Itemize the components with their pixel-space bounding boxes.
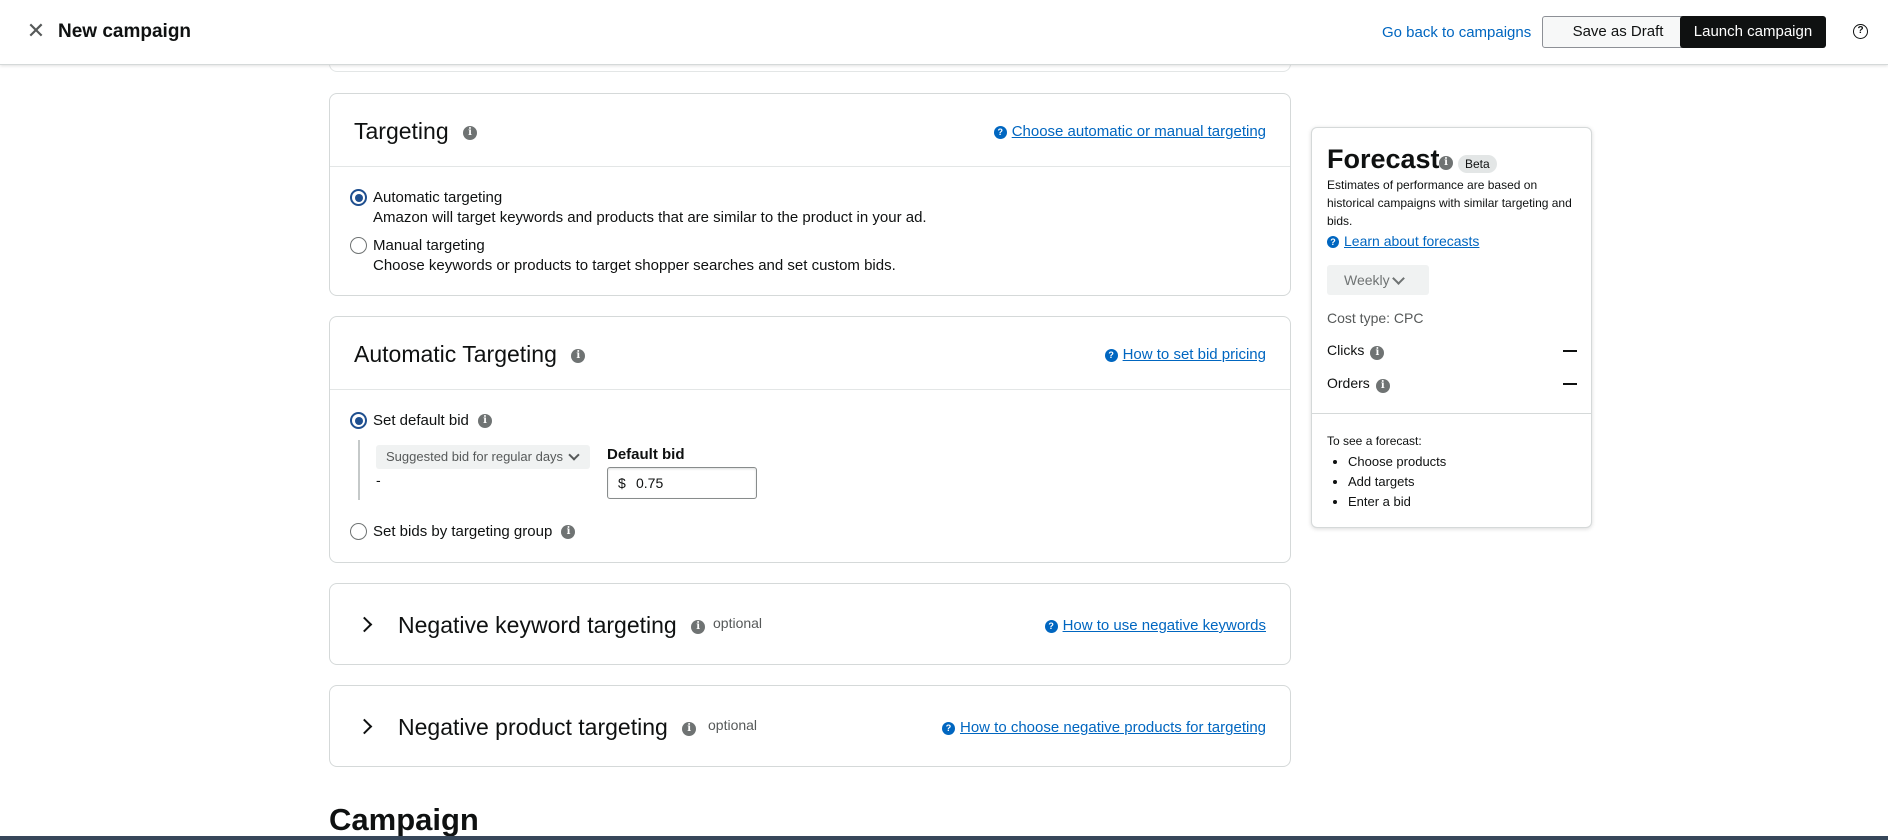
set-default-bid-text: Set default bid bbox=[373, 412, 469, 429]
targeting-help-link-text: Choose automatic or manual targeting bbox=[1011, 123, 1266, 140]
help-icon[interactable]: ? bbox=[1853, 24, 1868, 39]
info-icon[interactable]: i bbox=[571, 348, 586, 363]
bid-pricing-help-link[interactable]: ? How to set bid pricing bbox=[1104, 346, 1266, 363]
clicks-label: Clicks bbox=[1327, 342, 1365, 358]
manual-targeting-label: Manual targeting bbox=[373, 237, 485, 254]
currency-symbol: $ bbox=[618, 475, 626, 491]
clicks-metric: Clicks i bbox=[1327, 342, 1385, 360]
negative-products-help-link[interactable]: ? How to choose negative products for tar… bbox=[941, 719, 1266, 736]
automatic-targeting-title: Automatic Targeting i bbox=[354, 341, 586, 368]
automatic-targeting-label: Automatic targeting bbox=[373, 189, 503, 206]
negative-keyword-title: Negative keyword targeting i bbox=[398, 612, 706, 639]
set-bids-by-group-text: Set bids by targeting group bbox=[373, 523, 553, 540]
forecast-period-select[interactable]: Weekly bbox=[1327, 265, 1429, 295]
info-icon[interactable]: i bbox=[463, 125, 478, 140]
orders-metric: Orders i bbox=[1327, 375, 1390, 393]
forecast-note: To see a forecast: bbox=[1327, 434, 1422, 448]
chevron-down-icon bbox=[1392, 272, 1405, 285]
negative-keywords-help-link[interactable]: ? How to use negative keywords bbox=[1044, 617, 1266, 634]
negative-keyword-title-text: Negative keyword targeting bbox=[398, 612, 677, 638]
help-icon: ? bbox=[1044, 620, 1058, 633]
help-icon: ? bbox=[1327, 236, 1339, 248]
manual-targeting-description: Choose keywords or products to target sh… bbox=[373, 257, 896, 274]
targeting-header: Targeting i ? Choose automatic or manual … bbox=[330, 94, 1290, 167]
optional-label: optional bbox=[713, 615, 763, 631]
info-icon[interactable]: i bbox=[1370, 346, 1385, 360]
negative-keywords-help-link-text: How to use negative keywords bbox=[1062, 617, 1266, 634]
divider bbox=[1312, 413, 1591, 414]
campaign-section-heading: Campaign bbox=[329, 802, 479, 837]
bid-indent-rule bbox=[358, 440, 360, 500]
info-icon[interactable]: i bbox=[1375, 379, 1390, 393]
learn-forecasts-link-text: Learn about forecasts bbox=[1344, 233, 1480, 249]
negative-product-title: Negative product targeting i bbox=[398, 714, 697, 741]
top-bar: ✕ New campaign Go back to campaigns Save… bbox=[0, 0, 1888, 65]
bottom-bar bbox=[0, 836, 1888, 840]
help-icon: ? bbox=[941, 722, 955, 735]
list-item: Choose products bbox=[1348, 452, 1446, 472]
forecast-panel: Forecast i Beta Estimates of performance… bbox=[1311, 127, 1592, 528]
suggested-bid-select[interactable]: Suggested bid for regular days bbox=[376, 445, 590, 469]
list-item: Add targets bbox=[1348, 472, 1446, 492]
negative-keyword-card[interactable]: Negative keyword targeting i optional ? H… bbox=[329, 583, 1291, 665]
info-icon[interactable]: i bbox=[691, 619, 706, 634]
forecast-description: Estimates of performance are based on hi… bbox=[1327, 178, 1572, 228]
optional-label: optional bbox=[708, 717, 758, 733]
negative-product-title-text: Negative product targeting bbox=[398, 714, 668, 740]
chevron-right-icon[interactable] bbox=[356, 718, 373, 735]
launch-campaign-button[interactable]: Launch campaign bbox=[1680, 16, 1826, 48]
targeting-card: Targeting i ? Choose automatic or manual … bbox=[329, 93, 1291, 296]
set-bids-by-group-radio[interactable] bbox=[350, 523, 367, 540]
orders-value-dash bbox=[1563, 383, 1577, 385]
forecast-period-label: Weekly bbox=[1344, 272, 1390, 288]
info-icon[interactable]: i bbox=[682, 721, 697, 736]
go-back-link[interactable]: Go back to campaigns bbox=[1382, 24, 1531, 41]
targeting-title: Targeting i bbox=[354, 118, 478, 145]
cost-type: Cost type: CPC bbox=[1327, 310, 1424, 326]
info-icon[interactable]: i bbox=[478, 414, 493, 429]
forecast-title: Forecast bbox=[1327, 144, 1440, 174]
set-default-bid-label: Set default bid i bbox=[373, 412, 493, 429]
negative-products-help-link-text: How to choose negative products for targ… bbox=[959, 719, 1266, 736]
automatic-targeting-header: Automatic Targeting i ? How to set bid pr… bbox=[330, 317, 1290, 390]
automatic-targeting-radio[interactable] bbox=[350, 189, 367, 206]
bid-pricing-help-link-text: How to set bid pricing bbox=[1122, 346, 1266, 363]
automatic-targeting-title-text: Automatic Targeting bbox=[354, 341, 557, 367]
default-bid-label: Default bid bbox=[607, 446, 685, 463]
suggested-bid-value: - bbox=[376, 472, 381, 488]
help-icon: ? bbox=[1104, 349, 1118, 362]
help-icon: ? bbox=[993, 126, 1007, 139]
info-icon[interactable]: i bbox=[1439, 156, 1453, 170]
close-icon[interactable]: ✕ bbox=[26, 20, 46, 42]
clicks-value-dash bbox=[1563, 350, 1577, 352]
negative-product-card[interactable]: Negative product targeting i optional ? H… bbox=[329, 685, 1291, 767]
targeting-title-text: Targeting bbox=[354, 118, 449, 144]
forecast-steps: Choose products Add targets Enter a bid bbox=[1348, 452, 1446, 512]
default-bid-field[interactable]: $ bbox=[607, 467, 757, 499]
list-item: Enter a bid bbox=[1348, 492, 1446, 512]
set-bids-by-group-label: Set bids by targeting group i bbox=[373, 523, 576, 540]
learn-forecasts-link[interactable]: ? Learn about forecasts bbox=[1327, 233, 1479, 249]
page-title: New campaign bbox=[58, 21, 192, 42]
set-default-bid-radio[interactable] bbox=[350, 412, 367, 429]
default-bid-input[interactable] bbox=[636, 473, 746, 493]
beta-badge: Beta bbox=[1458, 155, 1497, 173]
automatic-targeting-description: Amazon will target keywords and products… bbox=[373, 209, 927, 226]
chevron-down-icon bbox=[568, 449, 580, 461]
targeting-help-link[interactable]: ? Choose automatic or manual targeting bbox=[993, 123, 1266, 140]
manual-targeting-radio[interactable] bbox=[350, 237, 367, 254]
automatic-targeting-card: Automatic Targeting i ? How to set bid pr… bbox=[329, 316, 1291, 563]
suggested-bid-select-label: Suggested bid for regular days bbox=[386, 449, 564, 464]
save-draft-button[interactable]: Save as Draft bbox=[1542, 16, 1694, 48]
chevron-right-icon[interactable] bbox=[356, 616, 373, 633]
info-icon[interactable]: i bbox=[561, 525, 576, 540]
orders-label: Orders bbox=[1327, 375, 1370, 391]
